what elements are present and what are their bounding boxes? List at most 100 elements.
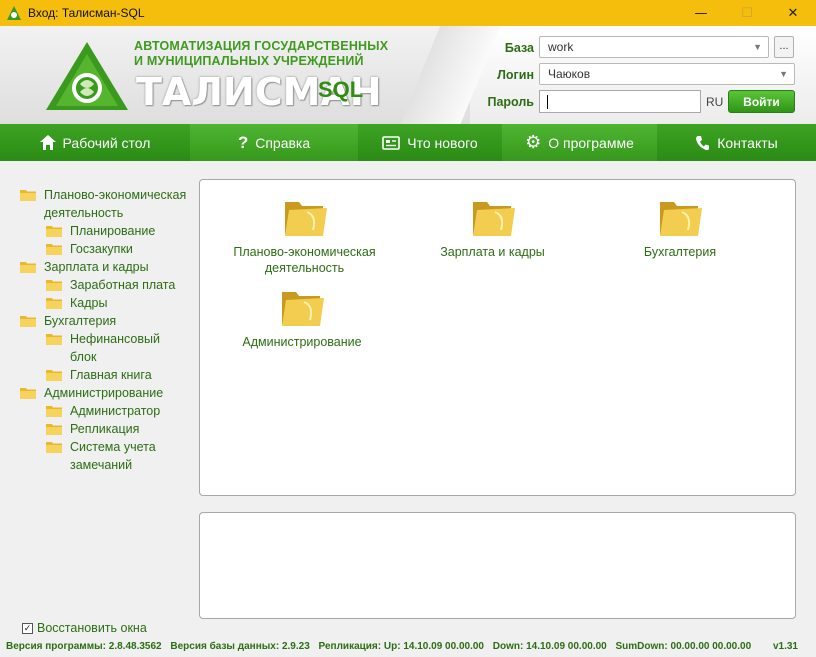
tree-item-label: Зарплата и кадры [44, 260, 149, 274]
base-label: База [504, 41, 534, 55]
db-version-value: 2.9.23 [281, 641, 310, 652]
program-version-label: Версия программы: [6, 641, 106, 652]
tree-item-payroll[interactable]: Заработная плата [46, 276, 190, 294]
folder-icon [20, 190, 36, 201]
tree-item-label: Репликация [70, 422, 140, 436]
chevron-down-icon: ▼ [753, 42, 762, 52]
slogan-line-2: И МУНИЦИПАЛЬНЫХ УЧРЕЖДЕНИЙ [134, 54, 364, 68]
login-value: Чаюков [548, 67, 591, 81]
tree-item-label: Нефинансовый блок [70, 332, 160, 364]
folder-icon [20, 316, 36, 327]
tree-item-label: Бухгалтерия [44, 314, 117, 328]
tree-item-label: Кадры [70, 296, 108, 310]
tree-item-label: Система учета замечаний [70, 440, 156, 472]
folder-icon [46, 424, 62, 435]
tile-planning-economic[interactable]: Планово-экономическая деятельность [222, 196, 387, 276]
folder-icon [46, 298, 62, 309]
chevron-down-icon: ▼ [779, 69, 788, 79]
password-input[interactable] [539, 90, 701, 113]
folder-icon [46, 226, 62, 237]
tree-item-label: Главная книга [70, 368, 152, 382]
text-caret [547, 95, 548, 109]
folder-icon [46, 442, 62, 453]
tree-item-label: Заработная плата [70, 278, 176, 292]
login-button[interactable]: Войти [728, 90, 795, 113]
browse-base-button[interactable]: ... [774, 36, 794, 58]
tree-item-administration[interactable]: Администрирование [20, 384, 190, 402]
phone-icon [695, 135, 710, 151]
nav-label: Что нового [407, 134, 478, 151]
slogan-line-1: АВТОМАТИЗАЦИЯ ГОСУДАРСТВЕННЫХ [134, 39, 389, 53]
close-button[interactable]: ✕ [770, 0, 816, 26]
sumdown-label: SumDown: [615, 641, 668, 652]
replication-up-label: Up: [383, 641, 401, 652]
tree-item-accounting[interactable]: Бухгалтерия [20, 312, 190, 330]
app-icon [7, 6, 21, 20]
restore-windows-checkbox[interactable]: ✓ [22, 622, 33, 634]
tree-item-label: Администрирование [44, 386, 164, 400]
minimize-button[interactable]: — [678, 0, 724, 26]
tile-salary-hr[interactable]: Зарплата и кадры [430, 196, 555, 260]
base-select[interactable]: work ▼ [539, 36, 769, 58]
sumdown-value: 00.00.00 00.00.00 [670, 641, 752, 652]
tree-item-label: Планово-экономическая деятельность [44, 188, 187, 220]
tree-item-salary-hr[interactable]: Зарплата и кадры [20, 258, 190, 276]
folder-icon [20, 388, 36, 399]
db-version-label: Версия базы данных: [170, 641, 280, 652]
restore-windows-label: Восстановить окна [37, 621, 147, 635]
program-version-value: 2.8.48.3562 [108, 641, 162, 652]
tree-item-general-ledger[interactable]: Главная книга [46, 366, 190, 384]
home-icon [39, 135, 56, 150]
folder-icon [284, 202, 327, 236]
gear-icon: ⚙ [525, 132, 542, 153]
nav-whats-new[interactable]: Что нового [358, 124, 502, 161]
tree-item-planning-economic[interactable]: Планово-экономическая деятельность [20, 186, 190, 222]
question-icon: ? [237, 132, 249, 152]
nav-contacts[interactable]: Контакты [657, 124, 816, 161]
folder-icon [660, 202, 702, 236]
tile-label: Планово-экономическая деятельность [233, 245, 376, 275]
nav-desktop[interactable]: Рабочий стол [0, 124, 190, 161]
replication-label: Репликация: [318, 641, 382, 652]
tree-item-replication[interactable]: Репликация [46, 420, 190, 438]
tree-item-planning[interactable]: Планирование [46, 222, 190, 240]
maximize-button: ☐ [741, 5, 753, 21]
slogan: АВТОМАТИЗАЦИЯ ГОСУДАРСТВЕННЫХ И МУНИЦИПА… [134, 39, 388, 69]
nav-label: Контакты [717, 134, 778, 151]
nav-help[interactable]: ? Справка [190, 124, 358, 161]
brand-sql: SQL [318, 77, 364, 102]
tree-item-issue-tracking[interactable]: Система учета замечаний [46, 438, 190, 474]
tree-item-administrator[interactable]: Администратор [46, 402, 190, 420]
nav-label: Рабочий стол [62, 134, 151, 151]
folder-icon [472, 202, 515, 236]
tile-accounting[interactable]: Бухгалтерия [625, 196, 735, 260]
sidebar-tree: Планово-экономическая деятельность Плани… [20, 186, 190, 474]
folder-icon [46, 370, 62, 381]
status-bar: Версия программы: 2.8.48.3562 Версия баз… [0, 636, 816, 657]
replication-down-label: Down: [492, 641, 524, 652]
nav-about[interactable]: ⚙ О программе [502, 124, 657, 161]
tree-item-label: Госзакупки [70, 242, 133, 256]
base-value: work [548, 40, 574, 54]
login-label: Логин [497, 68, 534, 82]
modules-panel: Планово-экономическая деятельность Зарпл… [199, 179, 796, 496]
restore-windows-option[interactable]: ✓ Восстановить окна [22, 621, 147, 635]
tree-item-personnel[interactable]: Кадры [46, 294, 190, 312]
login-select[interactable]: Чаюков ▼ [539, 63, 795, 85]
tree-item-label: Планирование [70, 224, 156, 238]
keyboard-language-indicator: RU [706, 95, 724, 109]
replication-up-value: 14.10.09 00.00.00 [403, 641, 484, 652]
password-label: Пароль [487, 95, 534, 109]
tree-item-procurement[interactable]: Госзакупки [46, 240, 190, 258]
nav-label: О программе [548, 134, 634, 151]
app-version: v1.31 [772, 641, 798, 652]
tile-administration[interactable]: Администрирование [232, 286, 372, 350]
title-bar: Вход: Талисман-SQL — ☐ ✕ [0, 0, 816, 26]
tree-item-label: Администратор [70, 404, 161, 418]
tree-item-nonfinancial[interactable]: Нефинансовый блок [46, 330, 190, 366]
nav-label: Справка [255, 134, 311, 151]
tile-label: Бухгалтерия [643, 245, 717, 259]
folder-icon [46, 406, 62, 417]
news-icon [382, 135, 401, 150]
folder-icon [46, 334, 62, 345]
